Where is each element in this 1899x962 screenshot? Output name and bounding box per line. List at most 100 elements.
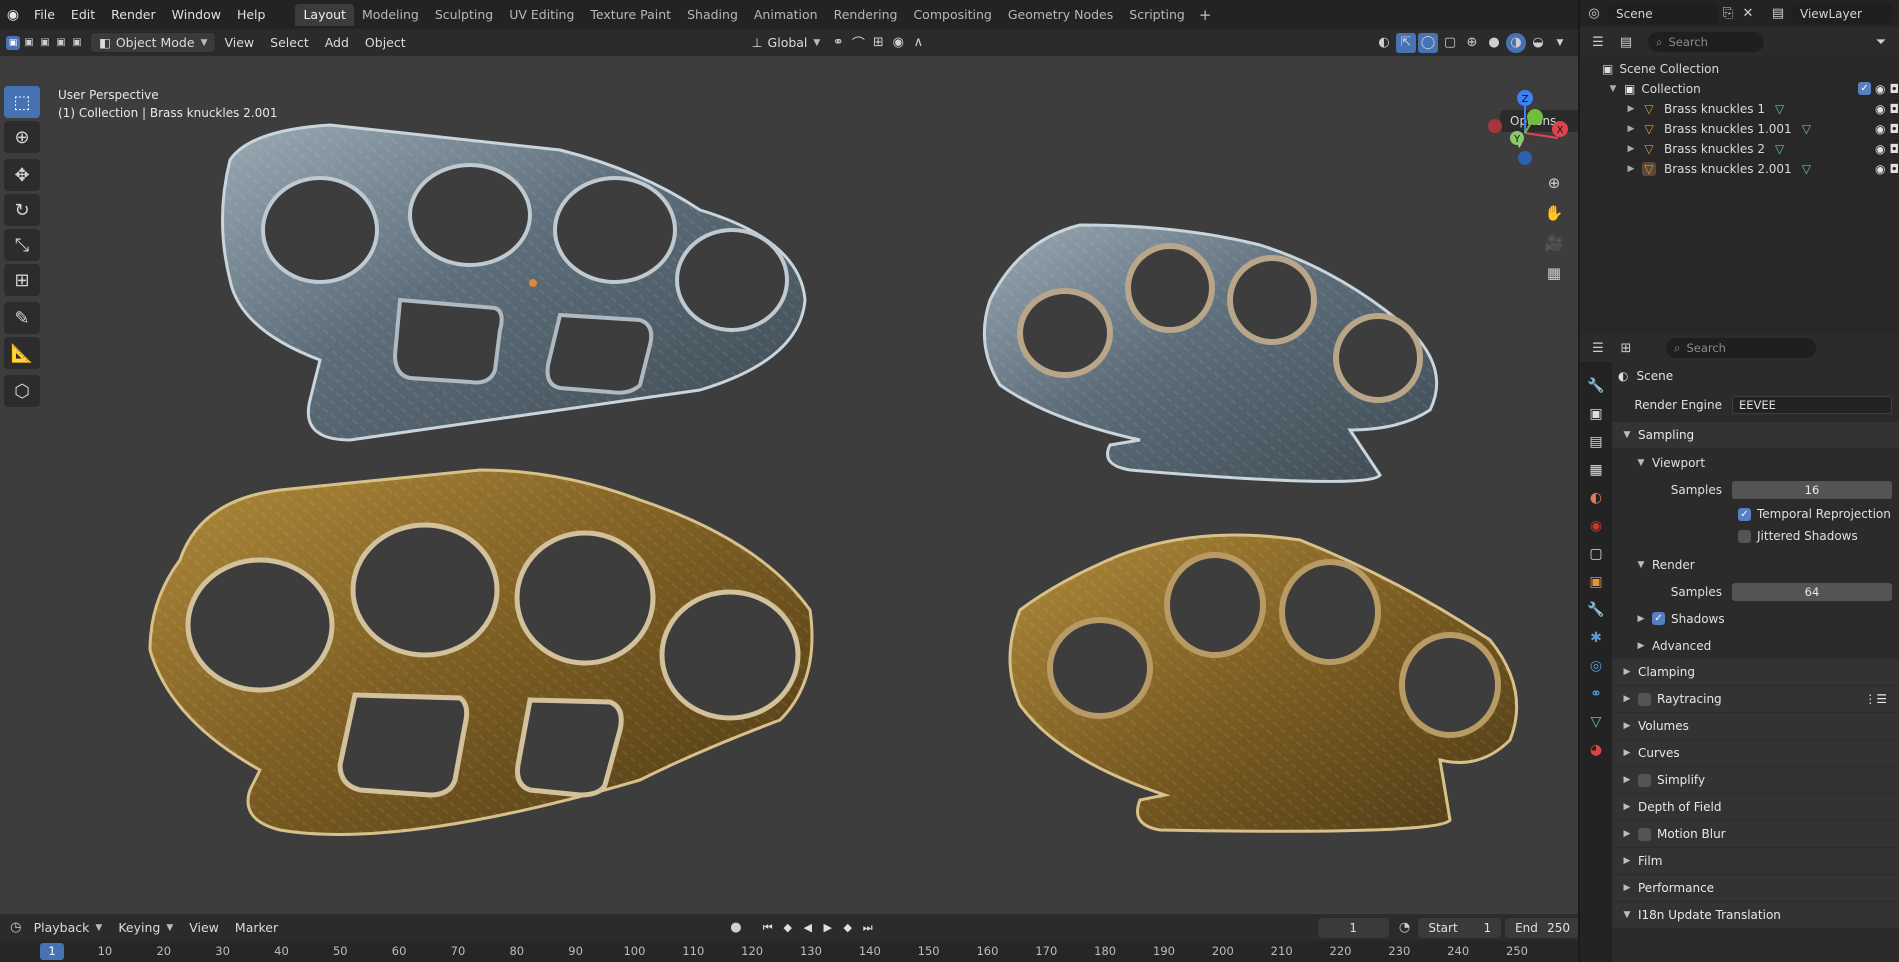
eye-icon[interactable]: ◉ <box>1875 102 1885 116</box>
tab-uv-editing[interactable]: UV Editing <box>501 4 582 26</box>
collection-row[interactable]: ▼ ▣ Collection ✓ ◉ ◘ <box>1580 79 1899 99</box>
solid-shading-icon[interactable]: ● <box>1484 33 1504 53</box>
jump-keyframe-forward-icon[interactable]: ◆ <box>838 918 858 938</box>
xray-icon[interactable]: ▢ <box>1440 33 1460 53</box>
auto-keying-icon[interactable]: ● <box>726 918 746 938</box>
transform-tool-icon[interactable]: ⊞ <box>4 264 40 296</box>
pivot-point-icon[interactable]: ⚭ <box>828 33 848 53</box>
proportional-edit-icon[interactable]: ◉ <box>888 33 908 53</box>
stopwatch-icon[interactable]: ◔ <box>1395 918 1415 938</box>
curves-panel-header[interactable]: ▶ Curves <box>1612 740 1899 767</box>
depth-of-field-panel-header[interactable]: ▶ Depth of Field <box>1612 794 1899 821</box>
cursor-tool-icon[interactable]: ⊕ <box>4 121 40 153</box>
mesh-data-icon[interactable]: ▽ <box>1802 162 1811 176</box>
new-scene-icon[interactable]: ⎘ <box>1718 4 1738 24</box>
brass-knuckles-1-mesh[interactable] <box>221 123 807 442</box>
brass-knuckles-2-mesh[interactable] <box>148 468 814 836</box>
i18n-panel-header[interactable]: ▼ I18n Update Translation <box>1612 902 1899 929</box>
play-icon[interactable]: ▶ <box>818 918 838 938</box>
render-samples-field[interactable]: 64 <box>1732 582 1892 601</box>
list-item[interactable]: ▶ ▽ Brass knuckles 2.001 ▽ ◉ ◘ <box>1580 159 1899 179</box>
eye-icon[interactable]: ◉ <box>1875 122 1885 136</box>
annotate-tool-icon[interactable]: ✎ <box>4 302 40 334</box>
snap-target-icon[interactable]: ⊞ <box>868 33 888 53</box>
brass-knuckles-1-001-mesh[interactable] <box>982 223 1439 483</box>
select-invert-icon[interactable]: ▣ <box>54 36 68 50</box>
shadows-checkbox[interactable]: ✓ <box>1652 612 1665 625</box>
material-shading-icon[interactable]: ◑ <box>1506 32 1526 53</box>
snap-icon[interactable]: ⌒ <box>848 33 868 53</box>
camera-icon[interactable]: ◘ <box>1890 162 1899 176</box>
select-intersect-icon[interactable]: ▣ <box>70 36 84 50</box>
viewport-subpanel-header[interactable]: ▼ Viewport <box>1612 449 1899 476</box>
tab-scripting[interactable]: Scripting <box>1121 4 1193 26</box>
brass-knuckles-2-001-mesh[interactable] <box>1008 533 1519 833</box>
tool-tab-icon[interactable]: 🔧 <box>1580 372 1612 400</box>
measure-tool-icon[interactable]: 📐 <box>4 337 40 369</box>
performance-panel-header[interactable]: ▶ Performance <box>1612 875 1899 902</box>
menu-file[interactable]: File <box>26 0 63 29</box>
menu-render[interactable]: Render <box>103 0 164 29</box>
raytracing-checkbox[interactable] <box>1638 692 1651 706</box>
pin-icon[interactable]: ⊞ <box>1616 338 1636 358</box>
menu-playback[interactable]: Playback ▼ <box>26 917 111 938</box>
visibility-icon[interactable]: ◐ <box>1374 33 1394 53</box>
sampling-panel-header[interactable]: ▼ Sampling <box>1612 422 1899 449</box>
falloff-icon[interactable]: ∧ <box>908 33 928 53</box>
rendered-shading-icon[interactable]: ◒ <box>1528 33 1548 53</box>
tab-texture-paint[interactable]: Texture Paint <box>582 4 679 26</box>
film-panel-header[interactable]: ▶ Film <box>1612 848 1899 875</box>
menu-help[interactable]: Help <box>229 0 274 29</box>
delete-scene-icon[interactable]: ✕ <box>1738 4 1758 24</box>
chevron-down-icon[interactable]: ▼ <box>1606 84 1620 94</box>
particles-tab-icon[interactable]: ✱ <box>1580 624 1612 652</box>
pan-hand-icon[interactable]: ✋ <box>1541 200 1567 226</box>
scene-icon[interactable]: ◎ <box>1584 4 1604 24</box>
chevron-right-icon[interactable]: ▶ <box>1624 164 1638 174</box>
motion-blur-checkbox[interactable] <box>1638 827 1651 841</box>
camera-icon[interactable]: ◘ <box>1890 142 1899 156</box>
view-layer-tab-icon[interactable]: ▦ <box>1580 456 1612 484</box>
camera-icon[interactable]: ◘ <box>1890 102 1899 116</box>
jittered-shadows-checkbox[interactable] <box>1738 529 1751 543</box>
chevron-right-icon[interactable]: ▶ <box>1624 144 1638 154</box>
display-mode-icon[interactable]: ▤ <box>1616 32 1636 52</box>
physics-tab-icon[interactable]: ◎ <box>1580 652 1612 680</box>
camera-icon[interactable]: ◘ <box>1890 82 1899 96</box>
tab-geometry-nodes[interactable]: Geometry Nodes <box>1000 4 1121 26</box>
eye-icon[interactable]: ◉ <box>1875 82 1885 96</box>
properties-search-input[interactable]: ⌕ Search <box>1666 338 1816 358</box>
volumes-panel-header[interactable]: ▶ Volumes <box>1612 713 1899 740</box>
start-frame-field[interactable]: Start 1 <box>1418 917 1502 938</box>
list-item[interactable]: ▶ ▽ Brass knuckles 1.001 ▽ ◉ ◘ <box>1580 119 1899 139</box>
jump-keyframe-back-icon[interactable]: ◆ <box>778 918 798 938</box>
outliner-search-input[interactable]: ⌕ Search <box>1648 32 1764 52</box>
chevron-right-icon[interactable]: ▶ <box>1624 124 1638 134</box>
material-tab-icon[interactable]: ◕ <box>1580 736 1612 764</box>
camera-view-icon[interactable]: 🎥 <box>1541 230 1567 256</box>
current-frame-indicator[interactable]: 1 <box>40 943 64 960</box>
add-workspace-icon[interactable]: + <box>1193 6 1218 24</box>
scene-tab-icon[interactable]: ◐ <box>1580 484 1612 512</box>
outliner-editor-icon[interactable]: ☰ <box>1588 32 1608 52</box>
drag-handle-icon[interactable]: ⋮☰ <box>1864 692 1887 706</box>
timeline-editor-icon[interactable]: ◷ <box>6 918 26 938</box>
wireframe-shading-icon[interactable]: ⊕ <box>1462 33 1482 53</box>
view-layer-field[interactable]: ViewLayer <box>1792 3 1892 24</box>
render-engine-dropdown[interactable]: EEVEE <box>1732 395 1892 414</box>
tab-shading[interactable]: Shading <box>679 4 746 26</box>
filter-icon[interactable]: ⏷ <box>1871 32 1891 52</box>
viewport-samples-field[interactable]: 16 <box>1732 480 1892 499</box>
perspective-grid-icon[interactable]: ▦ <box>1541 260 1567 286</box>
render-tab-icon[interactable]: ▣ <box>1580 400 1612 428</box>
menu-keying[interactable]: Keying ▼ <box>110 917 181 938</box>
object-tab-icon[interactable]: ▣ <box>1580 568 1612 596</box>
move-tool-icon[interactable]: ✥ <box>4 159 40 191</box>
tab-layout[interactable]: Layout <box>295 3 354 26</box>
shading-dropdown-icon[interactable]: ▼ <box>1550 33 1570 53</box>
mesh-data-icon[interactable]: ▽ <box>1802 122 1811 136</box>
end-frame-field[interactable]: End 250 <box>1505 917 1580 938</box>
mode-dropdown[interactable]: ◧ Object Mode ▼ <box>90 32 217 53</box>
blender-logo-icon[interactable]: ◉ <box>0 0 26 29</box>
scale-tool-icon[interactable]: ⤡ <box>4 229 40 261</box>
